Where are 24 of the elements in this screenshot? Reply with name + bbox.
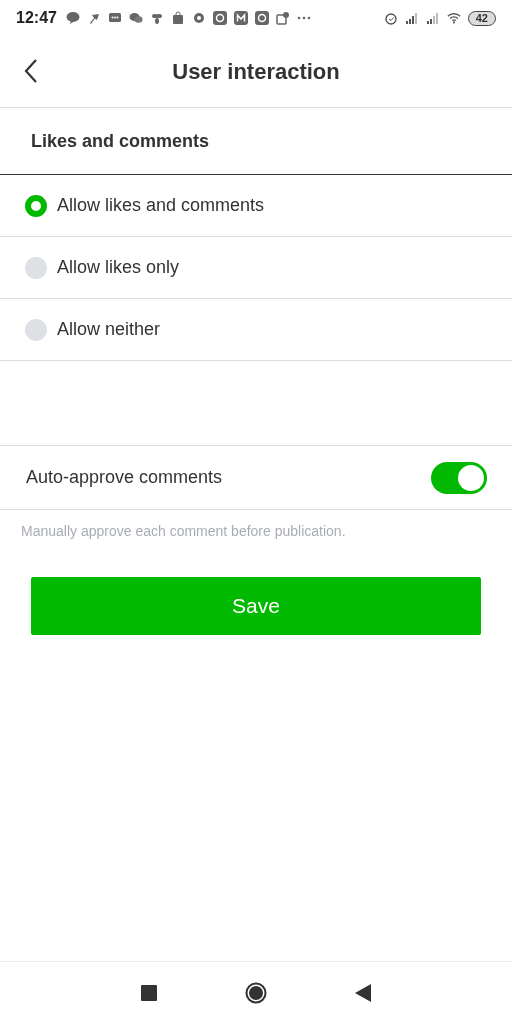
- radio-option[interactable]: Allow neither: [0, 299, 512, 361]
- radio-button[interactable]: [25, 318, 47, 341]
- radio-button[interactable]: [25, 256, 47, 279]
- section-heading: Likes and comments: [0, 108, 512, 175]
- hint-text: Manually approve each comment before publication.: [20, 522, 347, 541]
- status-time: 12:47: [16, 9, 57, 27]
- radio-button[interactable]: [25, 194, 47, 217]
- signal-icon: [425, 11, 440, 25]
- back-triangle-icon[interactable]: [355, 984, 371, 1002]
- shopping-bag-icon: [170, 11, 185, 25]
- chat-icon: [128, 11, 143, 25]
- battery-indicator: 42: [467, 10, 496, 26]
- toggle-switch[interactable]: [431, 461, 487, 494]
- wifi-icon: [446, 11, 461, 25]
- radio-option[interactable]: Allow likes only: [0, 237, 512, 299]
- message-icon: [107, 11, 122, 25]
- signal-icon: [404, 11, 419, 25]
- back-icon: [24, 58, 38, 84]
- setting-label: Auto-approve comments: [26, 467, 223, 488]
- mail-icon: [233, 11, 248, 25]
- radio-option[interactable]: Allow likes and comments: [0, 175, 512, 237]
- chat-bubble-icon: [65, 11, 80, 25]
- home-icon[interactable]: [245, 982, 267, 1004]
- page-title: User interaction: [172, 58, 340, 85]
